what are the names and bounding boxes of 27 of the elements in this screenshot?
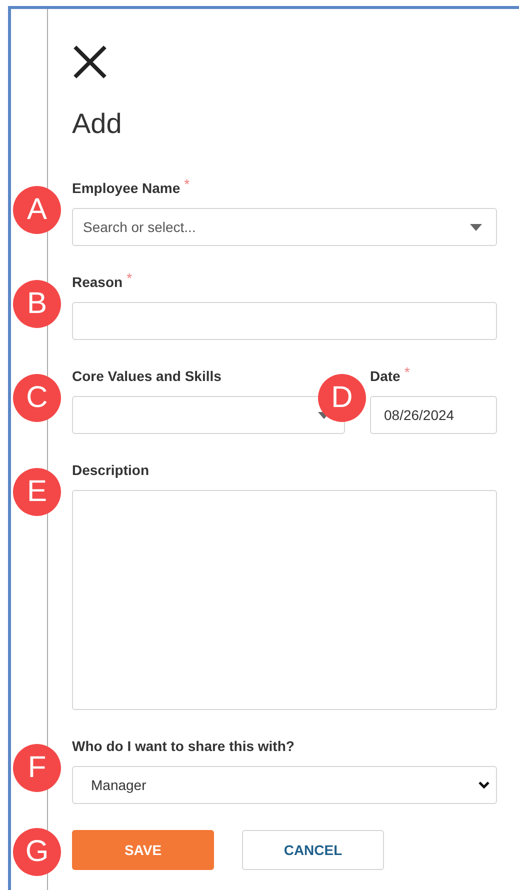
caret-icon — [470, 224, 482, 230]
select-field[interactable]: Manager — [72, 766, 497, 804]
text-field[interactable]: 08/26/2024 — [370, 396, 497, 434]
callout-marker: F — [13, 744, 61, 792]
cancel-button[interactable]: CANCEL — [242, 830, 384, 870]
dialog-title: Add — [72, 110, 123, 138]
chevron-down-icon — [478, 781, 490, 789]
required-mark: * — [126, 269, 132, 288]
field-label: Employee Name — [72, 179, 180, 198]
callout-marker: G — [13, 828, 61, 876]
combobox-field[interactable]: Search or select... — [72, 208, 497, 246]
callout-marker: C — [13, 374, 61, 422]
text-field[interactable] — [72, 302, 497, 340]
field-label: Description — [72, 461, 150, 480]
field-label: Reason — [72, 273, 123, 292]
callout-marker: A — [13, 186, 61, 234]
callout-marker: E — [13, 468, 61, 516]
field-label: Core Values and Skills — [72, 367, 222, 386]
field-label: Date — [370, 367, 400, 386]
callout-marker: D — [318, 374, 366, 422]
placeholder-text: Search or select... — [83, 218, 196, 236]
callout-marker: B — [13, 280, 61, 328]
required-mark: * — [404, 363, 410, 382]
description-field[interactable] — [72, 490, 497, 710]
field-label: Who do I want to share this with? — [72, 737, 294, 756]
required-mark: * — [184, 175, 190, 194]
close-icon[interactable] — [72, 44, 108, 80]
